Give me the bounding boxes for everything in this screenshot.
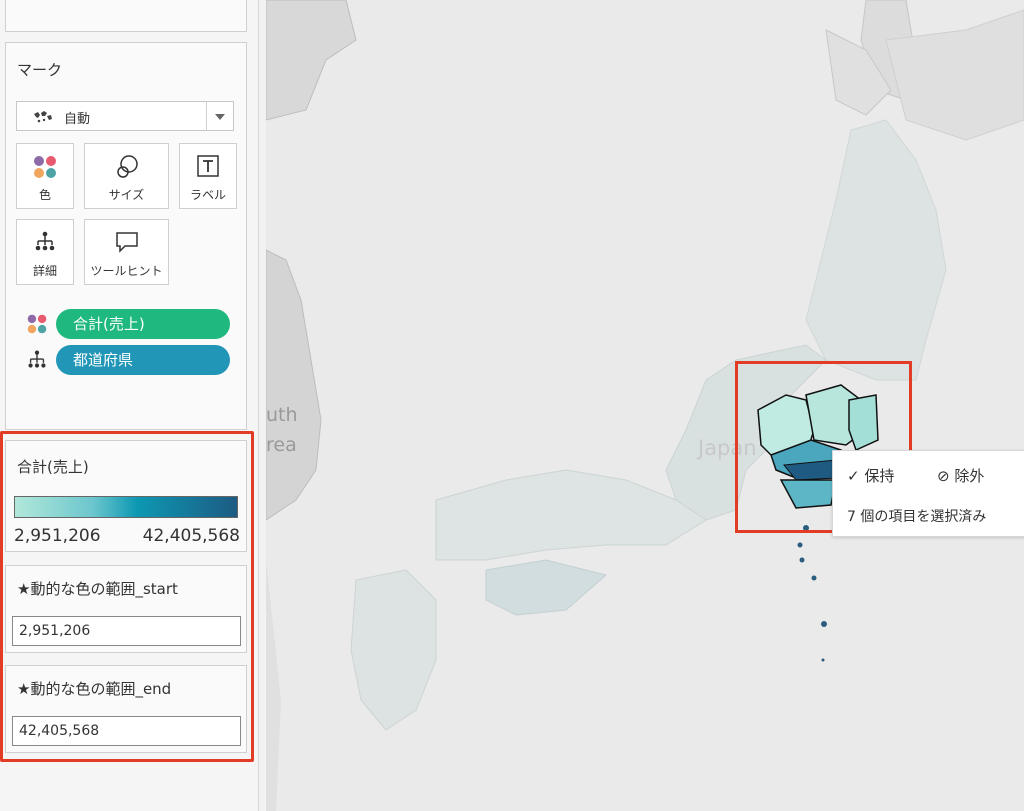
tooltip-button-label: ツールヒント (90, 264, 163, 278)
exclude-button[interactable]: ⊘ 除外 (937, 465, 984, 486)
hierarchy-icon (35, 231, 55, 251)
hierarchy-icon (26, 349, 48, 375)
tooltip-button[interactable]: ツールヒント (84, 219, 169, 285)
selection-count: 7 個の項目を選択済み (847, 509, 987, 525)
map-view[interactable]: uth rea Japan ✓ 保持 ⊘ 除外 7 個の項目を選択済み (266, 0, 1024, 811)
prohibit-icon: ⊘ (937, 467, 950, 485)
color-dots-icon (34, 156, 56, 178)
mark-type-label: 自動 (64, 112, 91, 127)
mark-type-dropdown[interactable]: 自動 (16, 101, 234, 131)
label-button[interactable]: ラベル (179, 143, 237, 209)
color-dots-icon (26, 313, 48, 339)
label-button-label: ラベル (189, 188, 226, 202)
size-button-label: サイズ (108, 188, 145, 202)
left-pane: マーク 自動 色 サイズ ラベル 詳細 ツールヒント 合計(売上) 都道府県 合… (0, 0, 259, 811)
keep-only-button[interactable]: ✓ 保持 (847, 465, 894, 486)
highlight-box-legend (0, 431, 254, 762)
speech-bubble-icon (115, 232, 138, 253)
size-icon (116, 155, 138, 178)
color-button[interactable]: 色 (16, 143, 74, 209)
color-button-label: 色 (38, 188, 51, 202)
map-icon (33, 109, 53, 128)
marks-title: マーク (17, 61, 63, 79)
exclude-label: 除外 (954, 467, 985, 485)
sales-sum-pill[interactable]: 合計(売上) (56, 309, 230, 339)
detail-button-label: 詳細 (32, 264, 57, 278)
text-label-icon (197, 155, 219, 177)
keep-label: 保持 (864, 467, 895, 485)
check-icon: ✓ (847, 467, 860, 485)
marks-card: マーク 自動 色 サイズ ラベル 詳細 ツールヒント 合計(売上) 都道府県 (5, 42, 247, 430)
size-button[interactable]: サイズ (84, 143, 169, 209)
filters-card (5, 0, 247, 32)
korea-label-text: uth rea (266, 404, 298, 456)
prefecture-pill[interactable]: 都道府県 (56, 345, 230, 375)
detail-button[interactable]: 詳細 (16, 219, 74, 285)
selection-tooltip: ✓ 保持 ⊘ 除外 7 個の項目を選択済み (832, 450, 1024, 537)
map-label-korea: uth rea (266, 400, 298, 460)
chevron-down-icon[interactable] (206, 102, 233, 130)
